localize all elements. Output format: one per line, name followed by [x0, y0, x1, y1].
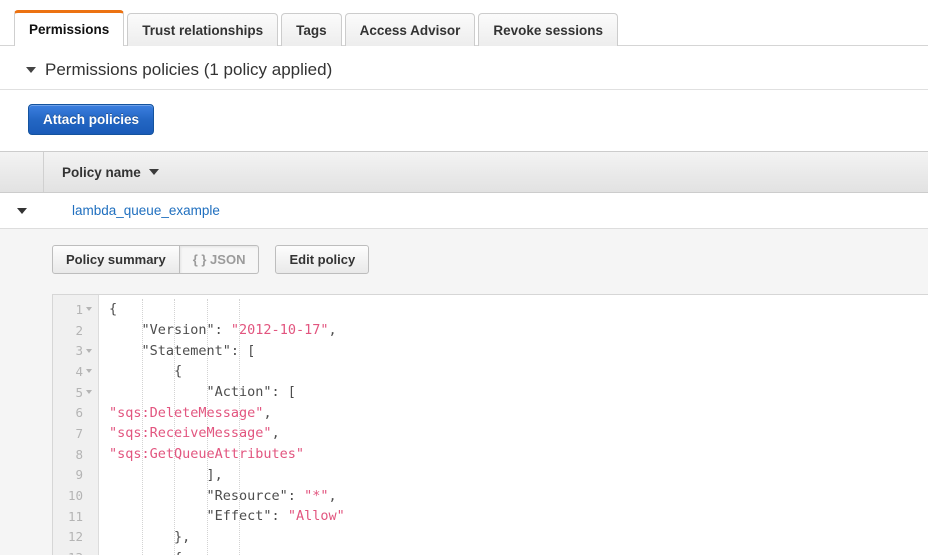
line-number: 6: [75, 405, 83, 420]
gutter-line: 13: [53, 547, 98, 555]
json-string: "sqs:DeleteMessage": [109, 405, 263, 421]
gutter-line: 9: [53, 465, 98, 486]
edit-policy-button[interactable]: Edit policy: [275, 245, 369, 274]
table-header-row: Policy name: [0, 151, 928, 193]
gutter-line: 12: [53, 527, 98, 548]
json-view-button[interactable]: { } JSON: [180, 245, 260, 274]
section-header[interactable]: Permissions policies (1 policy applied): [26, 60, 928, 89]
tab-label: Revoke sessions: [493, 23, 603, 38]
expand-row-toggle[interactable]: [0, 208, 44, 214]
line-number: 12: [68, 529, 83, 544]
line-number: 5: [75, 385, 83, 400]
editor-code-area[interactable]: { "Version": "2012-10-17", "Statement": …: [99, 295, 928, 555]
line-number: 10: [68, 488, 83, 503]
tab-label: Access Advisor: [360, 23, 461, 38]
gutter-line: 6: [53, 402, 98, 423]
json-editor[interactable]: 12345678910111213 { "Version": "2012-10-…: [52, 294, 928, 555]
json-string: "sqs:ReceiveMessage": [109, 425, 272, 441]
segment-label: Policy summary: [66, 252, 166, 267]
editor-gutter: 12345678910111213: [53, 295, 99, 555]
policy-detail-panel: Policy summary{ } JSON Edit policy 12345…: [0, 229, 928, 555]
policies-table: Policy name lambda_queue_example: [0, 151, 928, 229]
tab-tags[interactable]: Tags: [281, 13, 342, 46]
gutter-line: 2: [53, 320, 98, 341]
segment-label: { } JSON: [193, 252, 246, 267]
code-line: "Effect": "Allow": [99, 506, 928, 527]
json-string: "Allow": [288, 508, 345, 524]
column-header-label: Policy name: [62, 165, 141, 180]
column-header-policy-name[interactable]: Policy name: [44, 152, 928, 192]
json-string: "2012-10-17": [231, 322, 329, 338]
table-row: lambda_queue_example: [0, 193, 928, 229]
line-number: 11: [68, 509, 83, 524]
tab-revoke-sessions[interactable]: Revoke sessions: [478, 13, 618, 46]
policy-name-link[interactable]: lambda_queue_example: [72, 203, 220, 218]
gutter-line: 11: [53, 506, 98, 527]
fold-arrow-icon[interactable]: [83, 369, 94, 373]
tab-label: Permissions: [29, 22, 109, 37]
gutter-line: 8: [53, 444, 98, 465]
gutter-line: 3: [53, 340, 98, 361]
policy-summary-button[interactable]: Policy summary: [52, 245, 180, 274]
line-number: 4: [75, 364, 83, 379]
permissions-policies-section: Permissions policies (1 policy applied): [0, 46, 928, 89]
gutter-line: 5: [53, 382, 98, 403]
tab-label: Tags: [296, 23, 327, 38]
fold-arrow-icon[interactable]: [83, 349, 94, 353]
code-line: {: [99, 361, 928, 382]
code-line: "Action": [: [99, 382, 928, 403]
code-line: {: [99, 299, 928, 320]
policy-name-cell: lambda_queue_example: [44, 202, 928, 220]
policy-view-toggle: Policy summary { } JSON: [52, 245, 259, 274]
code-line: "sqs:GetQueueAttributes": [99, 444, 928, 465]
gutter-line: 10: [53, 485, 98, 506]
line-number: 8: [75, 447, 83, 462]
caret-down-icon[interactable]: [26, 67, 36, 73]
line-number: 2: [75, 323, 83, 338]
tab-trust-relationships[interactable]: Trust relationships: [127, 13, 278, 46]
code-line: "sqs:DeleteMessage",: [99, 402, 928, 423]
code-line: "Version": "2012-10-17",: [99, 320, 928, 341]
fold-arrow-icon[interactable]: [83, 390, 94, 394]
gutter-line: 1: [53, 299, 98, 320]
attach-policies-button[interactable]: Attach policies: [28, 104, 154, 135]
caret-down-icon: [17, 208, 27, 214]
tab-access-advisor[interactable]: Access Advisor: [345, 13, 476, 46]
code-line: "Statement": [: [99, 340, 928, 361]
caret-down-icon[interactable]: [149, 169, 159, 175]
tab-permissions[interactable]: Permissions: [14, 10, 124, 46]
line-number: 7: [75, 426, 83, 441]
json-string: "sqs:GetQueueAttributes": [109, 446, 304, 462]
select-all-column[interactable]: [0, 152, 44, 192]
policy-panel-toolbar: Policy summary { } JSON Edit policy: [0, 245, 928, 274]
json-string: "*": [304, 488, 328, 504]
gutter-line: 7: [53, 423, 98, 444]
tab-bar: Permissions Trust relationships Tags Access…: [0, 0, 928, 46]
page-title: Permissions policies (1 policy applied): [45, 60, 332, 80]
line-number: 3: [75, 343, 83, 358]
code-line: "sqs:ReceiveMessage",: [99, 423, 928, 444]
code-line: },: [99, 527, 928, 548]
code-line: {: [99, 547, 928, 555]
tab-label: Trust relationships: [142, 23, 263, 38]
line-number: 13: [68, 550, 83, 555]
gutter-line: 4: [53, 361, 98, 382]
fold-arrow-icon[interactable]: [83, 307, 94, 311]
line-number: 1: [75, 302, 83, 317]
line-number: 9: [75, 467, 83, 482]
json-editor-wrapper: 12345678910111213 { "Version": "2012-10-…: [0, 274, 928, 555]
code-line: ],: [99, 465, 928, 486]
toolbar: Attach policies: [0, 90, 928, 151]
code-line: "Resource": "*",: [99, 485, 928, 506]
